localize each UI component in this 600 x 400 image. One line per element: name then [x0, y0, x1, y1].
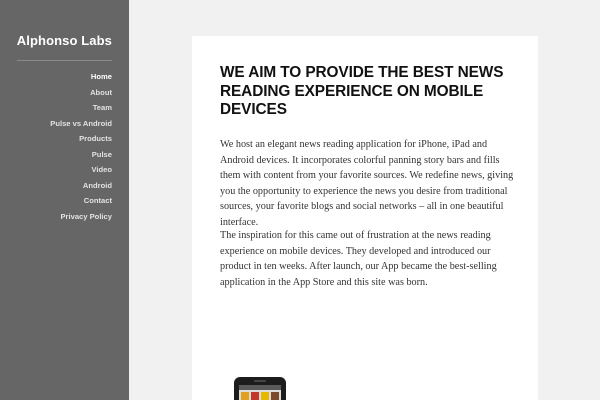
site-title-link[interactable]: Alphonso Labs	[0, 33, 112, 48]
story-tile	[271, 392, 279, 400]
nav-item-pulse-vs-android[interactable]: Pulse vs Android	[0, 116, 112, 132]
sidebar-divider	[17, 60, 112, 61]
sidebar: Alphonso Labs Home About Team Pulse vs A…	[0, 0, 129, 400]
nav-item-team[interactable]: Team	[0, 100, 112, 116]
phone-app-header	[239, 385, 281, 390]
phone-speaker	[254, 380, 266, 382]
story-tile	[251, 392, 259, 400]
nav-item-video[interactable]: Video	[0, 162, 112, 178]
nav-item-about[interactable]: About	[0, 85, 112, 101]
intro-paragraph: We host an elegant news reading applicat…	[220, 139, 514, 228]
page: Alphonso Labs Home About Team Pulse vs A…	[0, 0, 600, 400]
nav-item-contact[interactable]: Contact	[0, 193, 112, 209]
main-content: WE AIM TO PROVIDE THE BEST NEWS READING …	[192, 36, 538, 400]
story-tile	[261, 392, 269, 400]
phone-image	[234, 377, 286, 400]
nav-item-pulse[interactable]: Pulse	[0, 147, 112, 163]
phone-screen	[239, 385, 281, 400]
story-tile	[241, 392, 249, 400]
nav-item-privacy-policy[interactable]: Privacy Policy	[0, 209, 112, 225]
nav-item-home[interactable]: Home	[0, 69, 112, 85]
nav-item-products[interactable]: Products	[0, 131, 112, 147]
inspiration-paragraph: The inspiration for this came out of fru…	[220, 230, 497, 288]
sidebar-nav: Home About Team Pulse vs Android Product…	[0, 69, 112, 224]
nav-item-android[interactable]: Android	[0, 178, 112, 194]
page-headline: WE AIM TO PROVIDE THE BEST NEWS READING …	[220, 64, 504, 118]
